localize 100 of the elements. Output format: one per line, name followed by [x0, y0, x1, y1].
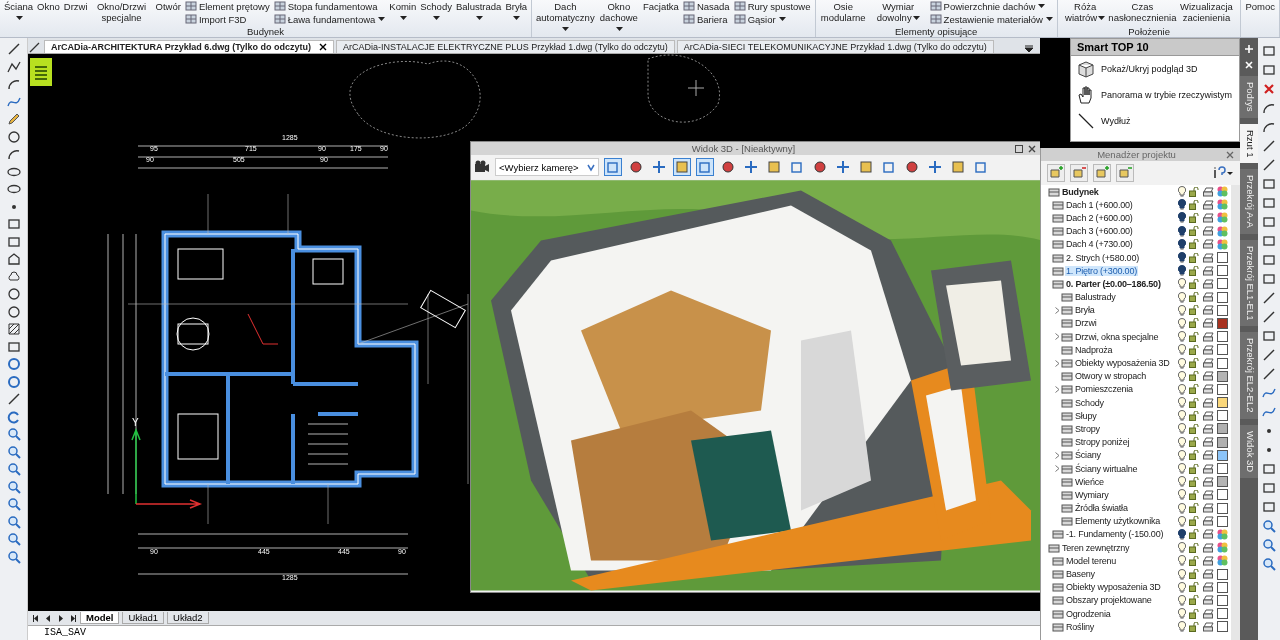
- ribbon-button[interactable]: Schody: [419, 0, 453, 24]
- rectangle-icon[interactable]: [6, 217, 21, 231]
- lock-icon[interactable]: [1189, 595, 1200, 606]
- ribbon-button[interactable]: Drzwi: [62, 0, 89, 13]
- view-tool-icon[interactable]: [603, 158, 622, 176]
- color-swatch[interactable]: [1217, 186, 1228, 198]
- color-swatch[interactable]: [1217, 225, 1228, 237]
- printer-icon[interactable]: [1203, 292, 1214, 303]
- tree-item[interactable]: Wymiary: [1074, 489, 1110, 500]
- expand-icon[interactable]: [1055, 333, 1060, 341]
- tree-item[interactable]: Dach 1 (+600.00): [1065, 199, 1134, 210]
- bulb-icon[interactable]: [1178, 423, 1186, 435]
- lock-icon[interactable]: [1189, 265, 1200, 276]
- bulb-icon[interactable]: [1178, 252, 1186, 264]
- hatch-icon[interactable]: [6, 322, 21, 336]
- lock-icon[interactable]: [1189, 397, 1200, 408]
- bulb-icon[interactable]: [1178, 304, 1186, 316]
- color-swatch[interactable]: [1217, 252, 1228, 264]
- ellipse-icon[interactable]: [6, 182, 21, 196]
- ribbon-button[interactable]: Bryła: [504, 0, 529, 24]
- panel-item[interactable]: Wydłuż: [1101, 116, 1131, 126]
- bulb-icon[interactable]: [1178, 594, 1186, 606]
- printer-icon[interactable]: [1203, 542, 1214, 553]
- document-tab[interactable]: ArCADia-ARCHITEKTURA Przykład 6.dwg (Tylko do odczytu): [44, 40, 334, 53]
- tree-item[interactable]: Stropy poniżej: [1074, 437, 1131, 448]
- printer-icon[interactable]: [1203, 278, 1214, 289]
- ring-icon[interactable]: [6, 357, 21, 371]
- layer-tool-icon[interactable]: [1093, 164, 1111, 182]
- color-swatch[interactable]: [1217, 383, 1228, 395]
- bulb-icon[interactable]: [1178, 542, 1186, 554]
- arc-icon[interactable]: [1262, 120, 1276, 134]
- printer-icon[interactable]: [1203, 621, 1214, 632]
- printer-icon[interactable]: [1203, 569, 1214, 580]
- ribbon-button[interactable]: Rury spustowe: [732, 0, 812, 12]
- circle-icon[interactable]: [6, 129, 21, 144]
- line-icon[interactable]: [6, 42, 21, 56]
- tree-item[interactable]: Pomieszczenia: [1074, 384, 1134, 395]
- bulb-icon[interactable]: [1178, 476, 1186, 488]
- expand-icon[interactable]: [1055, 465, 1060, 473]
- printer-icon[interactable]: [1203, 450, 1214, 461]
- printer-icon[interactable]: [1203, 331, 1214, 342]
- ribbon-button[interactable]: Bariera: [681, 13, 731, 25]
- lock-icon[interactable]: [1189, 212, 1200, 223]
- arc-icon[interactable]: [6, 77, 21, 91]
- color-swatch[interactable]: [1217, 291, 1228, 303]
- line-icon[interactable]: [1262, 291, 1276, 305]
- tree-item[interactable]: Dach 3 (+600.00): [1065, 226, 1134, 237]
- printer-icon[interactable]: [1203, 318, 1214, 329]
- lock-icon[interactable]: [1189, 384, 1200, 395]
- printer-icon[interactable]: [1203, 410, 1214, 421]
- lock-icon[interactable]: [1189, 278, 1200, 289]
- next-icon[interactable]: [68, 613, 77, 623]
- bulb-icon[interactable]: [1178, 317, 1186, 329]
- rectangle-icon[interactable]: [1262, 272, 1276, 286]
- tree-item[interactable]: Dach 4 (+730.00): [1065, 239, 1134, 250]
- printer-icon[interactable]: [1203, 463, 1214, 474]
- lock-icon[interactable]: [1189, 516, 1200, 527]
- bulb-icon[interactable]: [1178, 357, 1186, 369]
- bulb-icon[interactable]: [1178, 528, 1186, 540]
- view-tool-icon[interactable]: [695, 158, 714, 176]
- tree-item[interactable]: Bryła: [1074, 305, 1096, 316]
- lock-icon[interactable]: [1189, 450, 1200, 461]
- close-icon[interactable]: [1028, 144, 1036, 153]
- printer-icon[interactable]: [1203, 582, 1214, 593]
- color-swatch[interactable]: [1217, 502, 1228, 514]
- lock-icon[interactable]: [1189, 463, 1200, 474]
- bulb-icon[interactable]: [1178, 344, 1186, 356]
- tree-item[interactable]: Schody: [1074, 397, 1105, 408]
- line-icon[interactable]: [1262, 139, 1276, 153]
- color-swatch[interactable]: [1217, 410, 1228, 422]
- info-icon[interactable]: [1212, 166, 1234, 180]
- tree-item[interactable]: Stropy: [1074, 423, 1101, 434]
- printer-icon[interactable]: [1203, 516, 1214, 527]
- lock-icon[interactable]: [1189, 423, 1200, 434]
- expand-icon[interactable]: [1055, 306, 1060, 314]
- printer-icon[interactable]: [1203, 476, 1214, 487]
- zoom-icon[interactable]: [1262, 557, 1276, 571]
- layout-tab[interactable]: Układ2: [167, 612, 209, 624]
- layer-tool-icon[interactable]: [1070, 164, 1088, 182]
- panel-item[interactable]: Pokaż/Ukryj podgląd 3D: [1101, 64, 1198, 74]
- lock-icon[interactable]: [1189, 344, 1200, 355]
- color-swatch[interactable]: [1217, 212, 1228, 224]
- arc-icon[interactable]: [1262, 101, 1276, 115]
- view-tool-icon[interactable]: [672, 158, 691, 176]
- lock-icon[interactable]: [1189, 582, 1200, 593]
- bulb-icon[interactable]: [1178, 278, 1186, 290]
- color-swatch[interactable]: [1217, 608, 1228, 620]
- extend-icon[interactable]: [1076, 112, 1096, 130]
- bulb-icon[interactable]: [1178, 621, 1186, 633]
- ribbon-button[interactable]: Gąsior: [732, 13, 812, 25]
- tree-item[interactable]: Ściany wirtualne: [1074, 463, 1139, 474]
- tree-item[interactable]: 2. Strych (+580.00): [1065, 252, 1140, 263]
- lock-icon[interactable]: [1189, 331, 1200, 342]
- layout-tab[interactable]: Układ1: [122, 612, 165, 624]
- bulb-icon[interactable]: [1178, 608, 1186, 620]
- printer-icon[interactable]: [1203, 503, 1214, 514]
- ribbon-button[interactable]: Nasada: [681, 0, 731, 12]
- view-tab[interactable]: Przekrój EL2-EL2: [1240, 332, 1258, 419]
- tree-item[interactable]: Obiekty wyposażenia 3D: [1074, 358, 1171, 369]
- curve-icon[interactable]: [1262, 405, 1276, 419]
